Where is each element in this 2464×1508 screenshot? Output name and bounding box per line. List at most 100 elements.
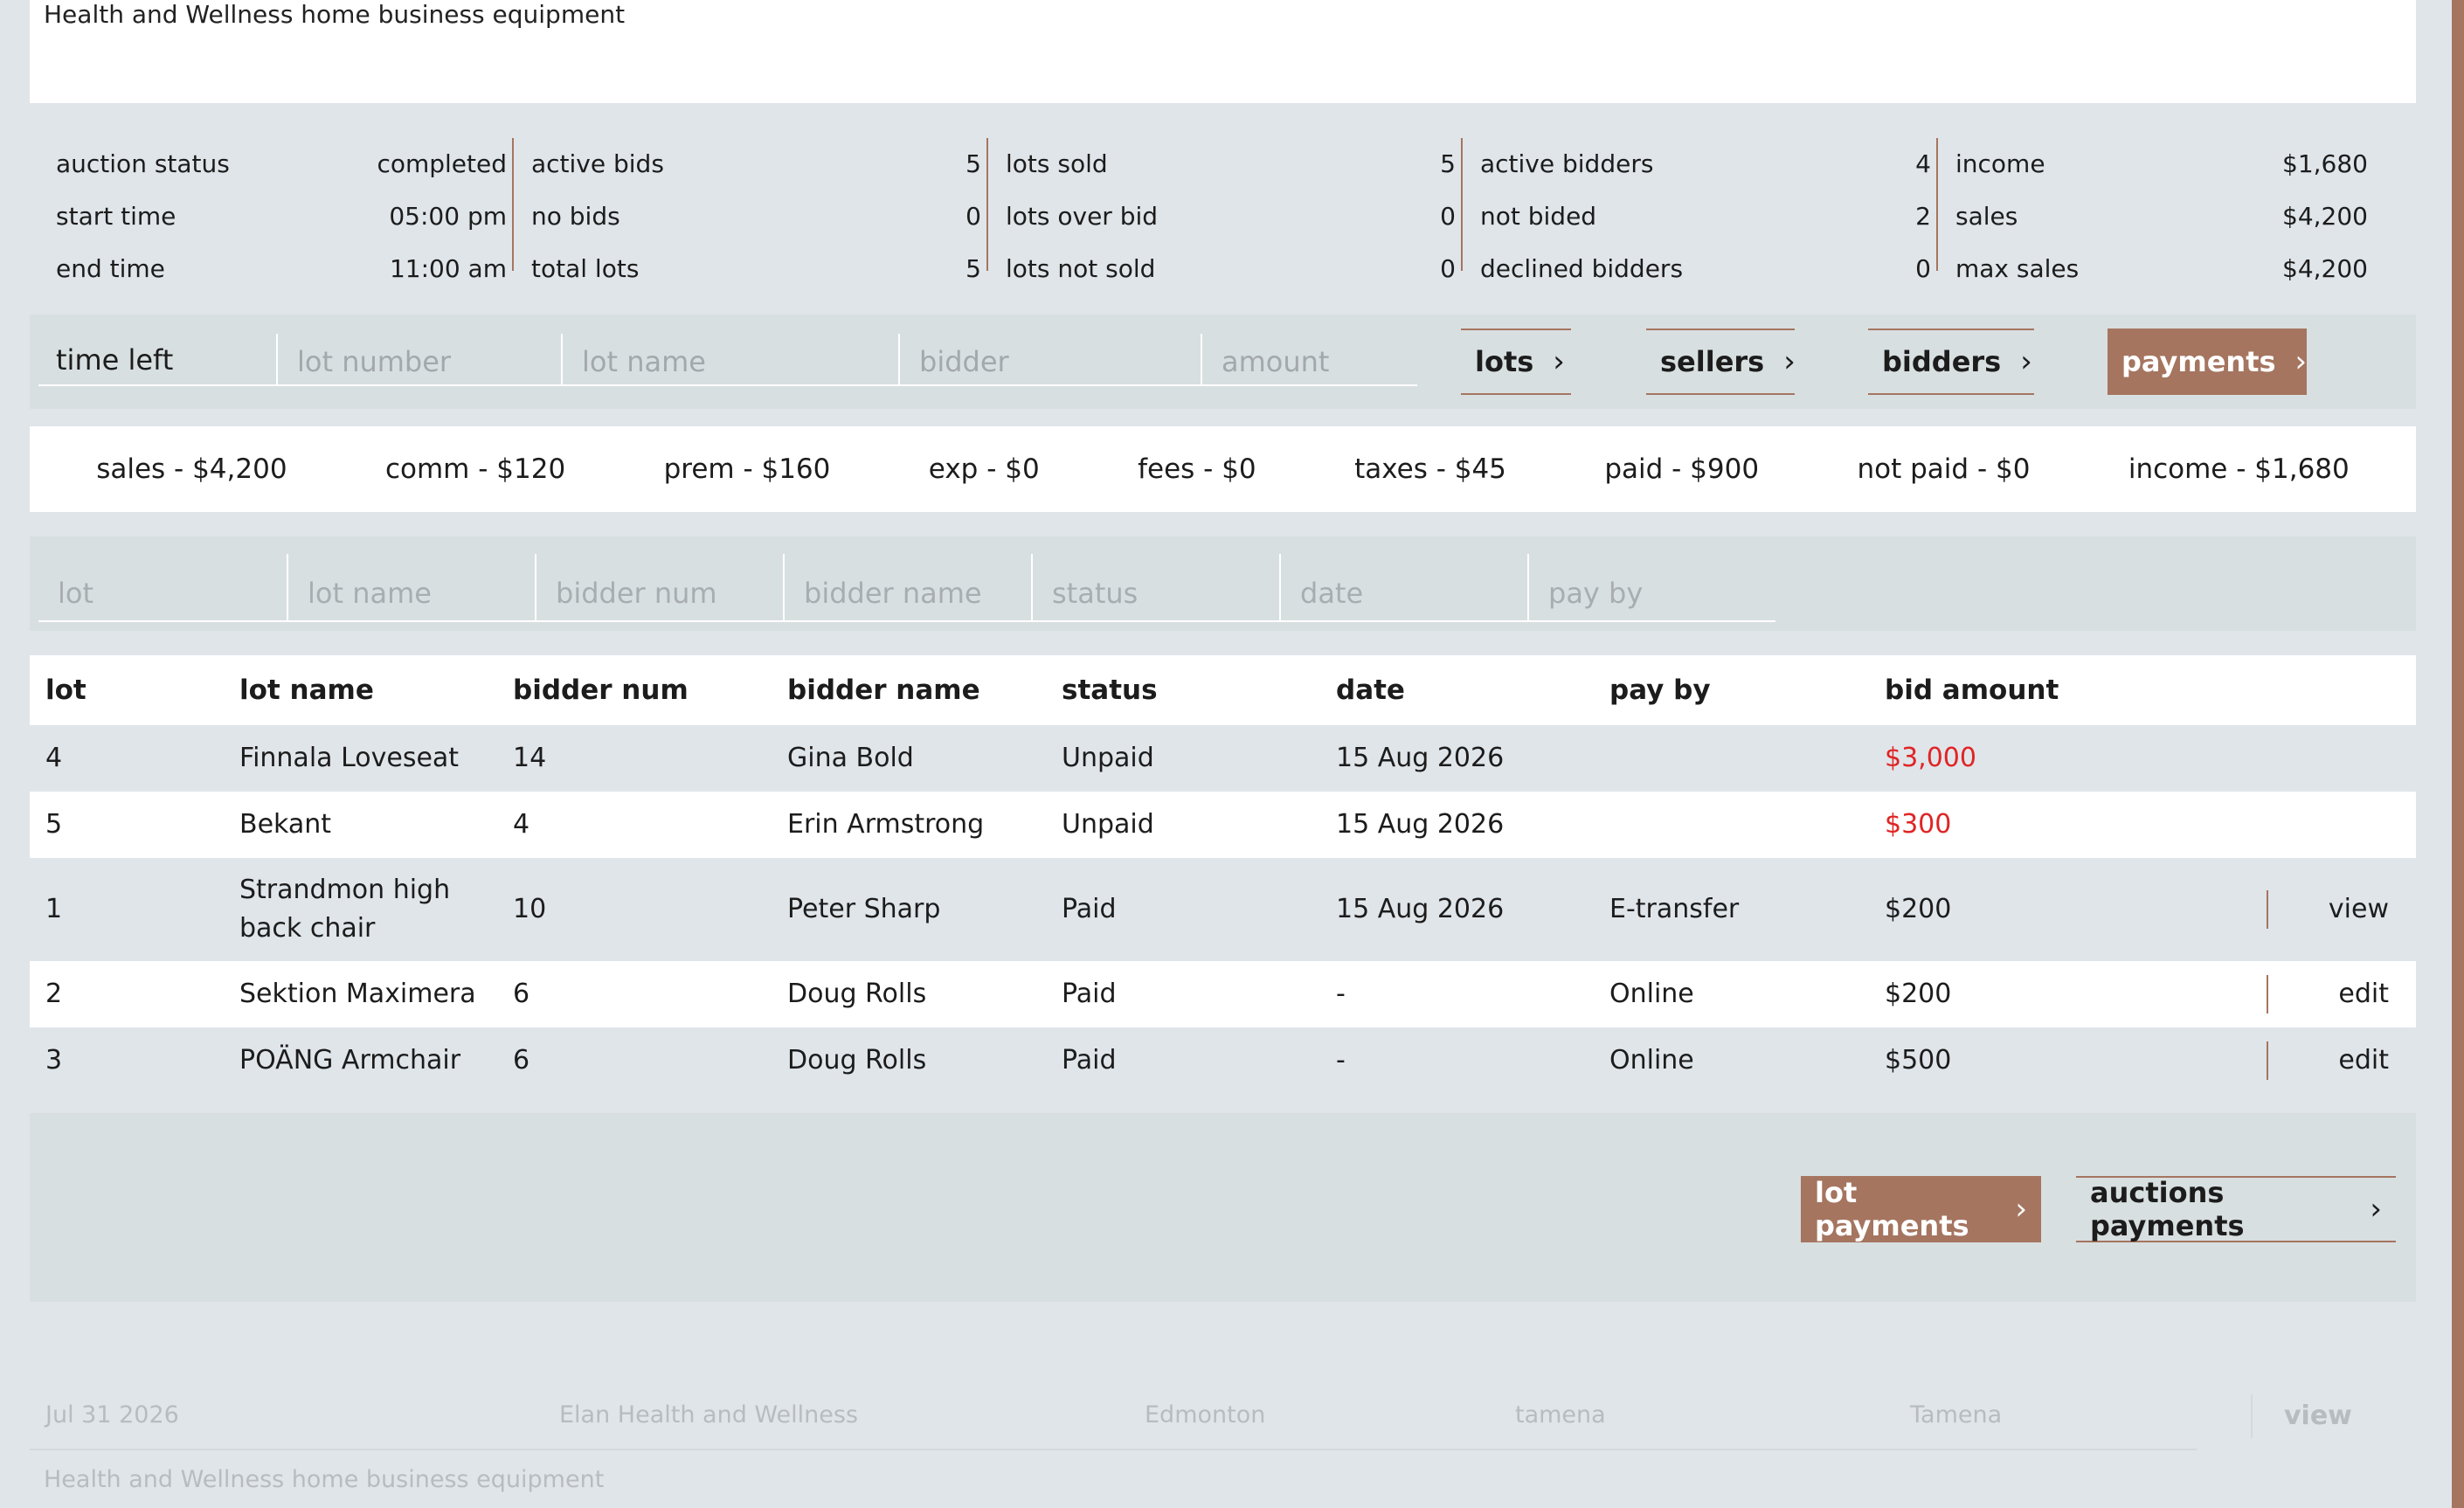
header-status: status xyxy=(1062,674,1158,706)
bidders-nav-button[interactable]: bidders › xyxy=(1868,329,2034,395)
cell-lot-name: Strandmon high back chair xyxy=(239,875,451,944)
chevron-right-icon: › xyxy=(2020,344,2032,379)
cell-date: - xyxy=(1336,1045,1346,1076)
cell-status: Paid xyxy=(1062,1045,1117,1076)
header-bid-amount: bid amount xyxy=(1885,674,2059,706)
header-date: date xyxy=(1336,674,1405,706)
cell-date: 15 Aug 2026 xyxy=(1336,743,1505,773)
sellers-nav-button[interactable]: sellers › xyxy=(1646,329,1796,395)
view-row-button[interactable]: view xyxy=(2267,890,2398,929)
summary-income: income - $1,680 xyxy=(2128,453,2350,485)
stats-col-lots: lots sold 5 lots over bid 0 lots not sold 0 xyxy=(986,138,1461,283)
auction-stats: auction status completed start time 05:00 … xyxy=(30,131,2416,283)
table-filters: lot lot name bidder num bidder name stat… xyxy=(30,536,2416,631)
cell-bidder-name: Doug Rolls xyxy=(787,979,927,1009)
filter-bidder-name-input[interactable]: bidder name xyxy=(783,554,1031,622)
cell-lot: 1 xyxy=(45,894,63,924)
payments-nav-button[interactable]: payments › xyxy=(2108,329,2307,395)
filter-lot-name-input[interactable]: lot name xyxy=(287,554,535,622)
stat-no-bids: no bids 0 xyxy=(531,202,981,231)
filter-status-input[interactable]: status xyxy=(1031,554,1279,622)
stat-lots-over-bid: lots over bid 0 xyxy=(1006,202,1456,231)
filter-lot-input[interactable]: lot xyxy=(38,554,287,622)
cell-bidder-num: 6 xyxy=(513,979,530,1009)
cell-status: Unpaid xyxy=(1062,743,1154,773)
stat-total-lots: total lots 5 xyxy=(531,254,981,283)
preview-user-name: Tamena xyxy=(1910,1401,2003,1428)
table-row[interactable]: 1 Strandmon high back chair 10 Peter Sha… xyxy=(30,858,2416,961)
header-pay-by: pay by xyxy=(1609,674,1711,706)
cell-lot: 3 xyxy=(45,1045,63,1076)
cell-lot-name: Sektion Maximera xyxy=(239,979,476,1009)
edit-row-button[interactable]: edit xyxy=(2267,975,2398,1013)
chevron-right-icon: › xyxy=(2294,344,2308,379)
stat-max-sales: max sales $4,200 xyxy=(1955,254,2368,283)
stats-col-status: auction status completed start time 05:00 … xyxy=(30,138,512,283)
amount-input[interactable]: amount xyxy=(1201,334,1417,386)
lots-nav-button[interactable]: lots › xyxy=(1461,329,1571,395)
stat-income: income $1,680 xyxy=(1955,149,2368,178)
cell-bid-amount: $200 xyxy=(1885,894,1952,924)
header-lot: lot xyxy=(45,674,87,706)
cell-lot-name: Finnala Loveseat xyxy=(239,743,460,773)
cell-bidder-name: Erin Armstrong xyxy=(787,809,985,840)
stat-not-bided: not bided 2 xyxy=(1480,202,1931,231)
cell-bid-amount: $200 xyxy=(1885,979,1952,1009)
lot-payments-button[interactable]: lot payments › xyxy=(1801,1176,2041,1242)
cell-lot: 2 xyxy=(45,979,63,1009)
cell-status: Paid xyxy=(1062,979,1117,1009)
lot-name-input[interactable]: lot name xyxy=(561,334,898,386)
stats-col-income: income $1,680 sales $4,200 max sales $4,200 xyxy=(1936,138,2373,283)
preview-user: tamena xyxy=(1515,1401,1606,1428)
cell-bid-amount: $3,000 xyxy=(1885,743,1976,773)
stats-col-bids: active bids 5 no bids 0 total lots 5 xyxy=(512,138,986,283)
stats-col-bidders: active bidders 4 not bided 2 declined bidd… xyxy=(1461,138,1936,283)
cell-bidder-name: Peter Sharp xyxy=(787,894,941,924)
preview-view-button[interactable]: view xyxy=(2251,1394,2352,1438)
cell-lot: 4 xyxy=(45,743,63,773)
header-bidder-name: bidder name xyxy=(787,674,980,706)
header-bidder-num: bidder num xyxy=(513,674,689,706)
table-row[interactable]: 3 POÄNG Armchair 6 Doug Rolls Paid - Onl… xyxy=(30,1027,2416,1094)
bidder-input[interactable]: bidder xyxy=(898,334,1201,386)
cell-lot: 5 xyxy=(45,809,63,840)
filter-pay-by-input[interactable]: pay by xyxy=(1527,554,1775,622)
stat-active-bidders: active bidders 4 xyxy=(1480,149,1931,178)
auctions-payments-button[interactable]: auctions payments › xyxy=(2076,1176,2396,1242)
chevron-right-icon: › xyxy=(1783,344,1796,379)
cell-status: Unpaid xyxy=(1062,809,1154,840)
stat-active-bids: active bids 5 xyxy=(531,149,981,178)
preview-subtitle: Health and Wellness home business equipm… xyxy=(44,1466,605,1493)
filter-bidder-num-input[interactable]: bidder num xyxy=(535,554,783,622)
cell-date: 15 Aug 2026 xyxy=(1336,894,1505,924)
header-lot-name: lot name xyxy=(239,674,374,706)
cell-bidder-num: 4 xyxy=(513,809,530,840)
preview-city: Edmonton xyxy=(1145,1401,1266,1428)
stat-end-time: end time 11:00 am xyxy=(56,254,507,283)
auction-title-card: Health and Wellness home business equipm… xyxy=(30,0,2416,103)
table-header-row: lot lot name bidder num bidder name stat… xyxy=(30,655,2416,725)
payments-summary: sales - $4,200 comm - $120 prem - $160 e… xyxy=(30,426,2416,512)
cell-date: - xyxy=(1336,979,1346,1009)
cell-bidder-name: Doug Rolls xyxy=(787,1045,927,1076)
stat-auction-status: auction status completed xyxy=(56,149,507,178)
payments-actions: lot payments › auctions payments › xyxy=(30,1113,2416,1302)
cell-bidder-name: Gina Bold xyxy=(787,743,914,773)
cell-bid-amount: $500 xyxy=(1885,1045,1952,1076)
lot-number-input[interactable]: lot number xyxy=(276,334,561,386)
time-left-label: time left xyxy=(38,334,276,386)
chevron-right-icon: › xyxy=(2015,1192,2027,1227)
summary-commission: comm - $120 xyxy=(384,453,566,485)
filter-date-input[interactable]: date xyxy=(1279,554,1527,622)
stat-start-time: start time 05:00 pm xyxy=(56,202,507,231)
table-row[interactable]: 2 Sektion Maximera 6 Doug Rolls Paid - O… xyxy=(30,961,2416,1027)
cell-date: 15 Aug 2026 xyxy=(1336,809,1505,840)
next-auction-preview: Jul 31 2026 Elan Health and Wellness Edm… xyxy=(30,1380,2416,1508)
table-row[interactable]: 5 Bekant 4 Erin Armstrong Unpaid 15 Aug … xyxy=(30,792,2416,858)
table-row[interactable]: 4 Finnala Loveseat 14 Gina Bold Unpaid 1… xyxy=(30,725,2416,792)
cell-lot-name: Bekant xyxy=(239,809,332,840)
summary-taxes: taxes - $45 xyxy=(1354,453,1506,485)
preview-date: Jul 31 2026 xyxy=(45,1401,179,1428)
edit-row-button[interactable]: edit xyxy=(2267,1041,2398,1080)
cell-lot-name: POÄNG Armchair xyxy=(239,1045,461,1076)
